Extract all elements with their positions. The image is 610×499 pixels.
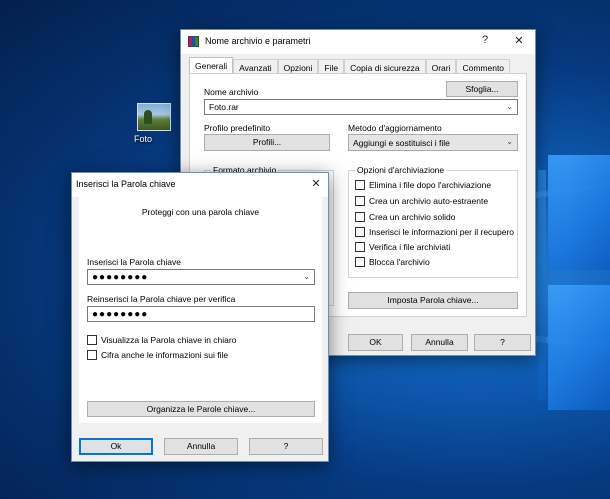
archive-name-input[interactable]: Foto.rar ⌄ <box>204 99 518 115</box>
tab-bar: Generali Avanzati Opzioni File Copia di … <box>189 57 511 73</box>
cancel-button[interactable]: Annulla <box>411 334 468 351</box>
option-solid-archive[interactable]: Crea un archivio solido <box>355 212 455 222</box>
desktop-icon-foto[interactable]: Foto <box>134 103 174 144</box>
reenter-password-input[interactable]: ●●●●●●●● <box>87 306 315 322</box>
browse-button[interactable]: Sfoglia... <box>446 81 518 97</box>
help-button[interactable]: ? <box>474 334 531 351</box>
password-dialog: Inserisci la Parola chiave ✕ Proteggi co… <box>71 172 329 462</box>
close-icon[interactable]: ✕ <box>308 177 324 190</box>
checkbox[interactable] <box>87 335 97 345</box>
window-pane-shape <box>548 285 610 410</box>
option-lock-archive[interactable]: Blocca l'archivio <box>355 257 430 267</box>
update-method-label: Metodo d'aggiornamento <box>348 123 442 133</box>
help-icon[interactable]: ? <box>477 34 493 46</box>
enter-password-label: Inserisci la Parola chiave <box>87 257 182 267</box>
chevron-down-icon[interactable]: ⌄ <box>506 102 513 111</box>
dialog-title: Nome archivio e parametri <box>205 36 311 46</box>
archive-options-label: Opzioni d'archiviazione <box>355 165 447 175</box>
encrypt-names-option[interactable]: Cifra anche le informazioni sui file <box>87 350 228 360</box>
organize-passwords-button[interactable]: Organizza le Parole chiave... <box>87 401 315 417</box>
tab-opzioni[interactable]: Opzioni <box>277 59 319 73</box>
show-password-option[interactable]: Visualizza la Parola chiave in chiaro <box>87 335 236 345</box>
window-pane-shape <box>538 170 546 400</box>
tab-commento[interactable]: Commento <box>456 59 511 73</box>
tab-file[interactable]: File <box>318 59 345 73</box>
tab-copia-di-sicurezza[interactable]: Copia di sicurezza <box>344 59 426 73</box>
checkbox[interactable] <box>355 257 365 267</box>
reenter-password-value: ●●●●●●●● <box>92 309 149 320</box>
tab-avanzati[interactable]: Avanzati <box>233 59 278 73</box>
checkbox[interactable] <box>355 180 365 190</box>
profiles-button[interactable]: Profili... <box>204 134 330 151</box>
reenter-password-label: Reinserisci la Parola chiave per verific… <box>87 294 236 304</box>
default-profile-label: Profilo predefinito <box>204 123 271 133</box>
checkbox[interactable] <box>355 196 365 206</box>
password-panel: Proteggi con una parola chiave Inserisci… <box>79 197 322 423</box>
ok-button[interactable]: Ok <box>79 438 153 455</box>
password-subtitle: Proteggi con una parola chiave <box>141 207 260 217</box>
tab-orari[interactable]: Orari <box>425 59 457 73</box>
checkbox[interactable] <box>87 350 97 360</box>
checkbox[interactable] <box>355 227 365 237</box>
title-bar: Inserisci la Parola chiave ✕ <box>72 173 328 197</box>
help-button[interactable]: ? <box>249 438 323 455</box>
tab-generali[interactable]: Generali <box>189 57 234 73</box>
archive-name-label: Nome archivio <box>204 87 259 97</box>
chevron-down-icon: ⌄ <box>506 137 513 146</box>
checkbox[interactable] <box>355 212 365 222</box>
archive-options-group: Opzioni d'archiviazione Elimina i file d… <box>348 165 518 278</box>
option-recovery-record[interactable]: Inserisci le informazioni per il recuper… <box>355 227 514 237</box>
close-icon[interactable]: ✕ <box>511 34 527 47</box>
enter-password-input[interactable]: ●●●●●●●● ⌄ <box>87 269 315 285</box>
option-test-files[interactable]: Verifica i file archiviati <box>355 242 450 252</box>
dialog-title: Inserisci la Parola chiave <box>76 179 176 189</box>
ok-button[interactable]: OK <box>348 334 403 351</box>
set-password-button[interactable]: Imposta Parola chiave... <box>348 292 518 309</box>
title-bar: Nome archivio e parametri ? ✕ <box>181 30 535 54</box>
option-delete-after[interactable]: Elimina i file dopo l'archiviazione <box>355 180 491 190</box>
desktop-icon-label: Foto <box>134 134 153 144</box>
winrar-app-icon <box>188 36 199 47</box>
update-method-select[interactable]: Aggiungi e sostituisci i file ⌄ <box>348 134 518 151</box>
checkbox[interactable] <box>355 242 365 252</box>
update-method-value: Aggiungi e sostituisci i file <box>353 138 450 148</box>
option-self-extracting[interactable]: Crea un archivio auto-estraente <box>355 196 488 206</box>
folder-image-icon <box>137 103 171 131</box>
enter-password-value: ●●●●●●●● <box>92 272 149 283</box>
archive-name-value: Foto.rar <box>209 102 239 112</box>
cancel-button[interactable]: Annulla <box>164 438 238 455</box>
window-pane-shape <box>548 155 610 270</box>
chevron-down-icon[interactable]: ⌄ <box>303 272 310 281</box>
